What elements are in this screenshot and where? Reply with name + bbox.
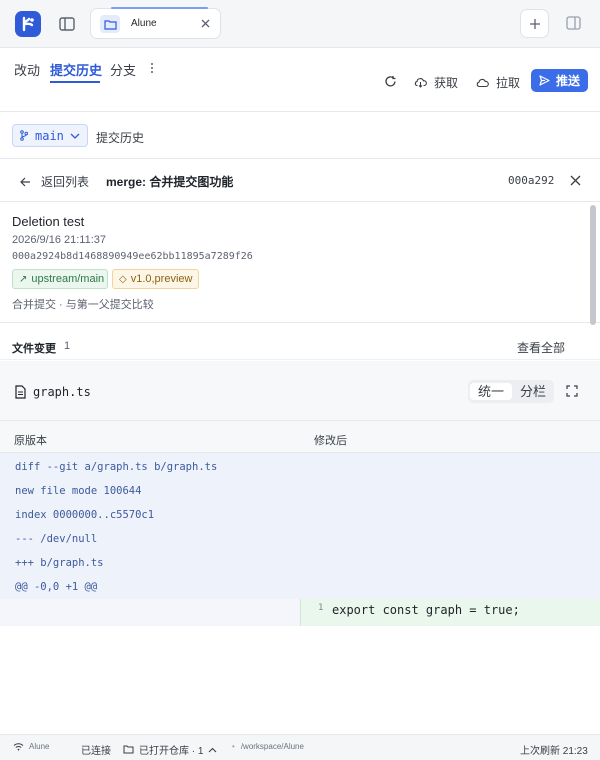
close-icon[interactable] <box>200 18 211 29</box>
diff-new-side: 1 export const graph = true; <box>300 599 600 626</box>
diff-column-header: 原版本 修改后 <box>0 421 600 453</box>
unified-mode-button[interactable]: 统一 <box>470 383 512 400</box>
diff-meta-line: @@ -0,0 +1 @@ <box>15 581 98 593</box>
chevron-down-icon <box>70 133 80 139</box>
split-mode-button[interactable]: 分栏 <box>513 383 553 400</box>
diff-meta-line: index 0000000..c5570c1 <box>15 509 155 521</box>
files-changed-count: 1 <box>64 340 71 352</box>
file-icon <box>14 385 26 399</box>
push-button[interactable]: 推送 <box>531 69 588 92</box>
app-logo-icon[interactable] <box>15 11 41 37</box>
dot-separator: • <box>232 742 235 751</box>
remote-ref-badge: ↗ upstream/main <box>12 269 108 289</box>
branch-bar: main 提交历史 <box>0 112 600 159</box>
panel-icon[interactable] <box>565 15 582 32</box>
pull-label: 拉取 <box>496 76 521 90</box>
file-name: graph.ts <box>33 385 91 399</box>
fetch-label: 获取 <box>434 76 459 90</box>
cloud-icon <box>476 78 489 87</box>
pull-button[interactable]: 拉取 <box>476 74 520 91</box>
original-column-label: 原版本 <box>14 435 47 447</box>
commit-short-hash: 000a292 <box>508 174 555 187</box>
folder-open-icon <box>123 745 134 754</box>
chevron-up-icon <box>209 747 217 752</box>
open-repos-label: 已打开仓库 · 1 <box>139 746 204 757</box>
last-refresh: 上次刷新 21:23 <box>520 746 588 757</box>
scrollbar[interactable] <box>590 205 596 325</box>
wifi-icon <box>13 743 24 751</box>
cloud-download-icon <box>414 78 427 88</box>
remote-ref-label: upstream/main <box>31 273 105 285</box>
commit-title: merge: 合并提交图功能 <box>106 175 234 189</box>
diff-old-side <box>0 599 300 626</box>
branch-selector[interactable]: main <box>12 124 88 147</box>
diff-meta-line: --- /dev/null <box>15 533 98 545</box>
folder-icon <box>100 15 120 33</box>
active-tab-indicator <box>50 81 100 83</box>
diff-meta-line: +++ b/graph.ts <box>15 557 104 569</box>
tab-changes[interactable]: 改动 <box>14 60 40 79</box>
new-tab-button[interactable] <box>520 9 549 38</box>
diff-mode-toggle: 统一 分栏 <box>468 380 554 403</box>
diff-meta-line: diff --git a/graph.ts b/graph.ts <box>15 461 218 473</box>
added-code-line: export const graph = true; <box>332 603 520 617</box>
view-all-link[interactable]: 查看全部 <box>517 339 565 356</box>
repo-tab[interactable]: Alune <box>90 7 221 39</box>
expand-icon[interactable] <box>566 385 578 397</box>
merge-note: 合并提交 · 与第一父提交比较 <box>12 299 154 311</box>
tag-ref-badge: ◇ v1.0,preview <box>112 269 199 289</box>
files-changed-header: 文件变更 1 查看全部 <box>0 324 600 360</box>
tab-branches[interactable]: 分支 <box>110 60 136 79</box>
branch-icon <box>20 130 28 141</box>
title-bar: Alune <box>0 0 600 48</box>
sidebar-toggle-icon[interactable] <box>58 15 76 33</box>
diff-meta-line: new file mode 100644 <box>15 485 142 497</box>
breadcrumb: 提交历史 <box>96 131 145 145</box>
back-label: 返回列表 <box>41 175 90 189</box>
workspace-path: • /workspace/Alune <box>232 742 304 751</box>
plus-icon <box>529 18 540 29</box>
commit-detail-header: 返回列表 merge: 合并提交图功能 000a292 <box>0 159 600 202</box>
connection-status: 已连接 <box>81 746 111 757</box>
workspace-path-label: /workspace/Alune <box>240 742 304 751</box>
status-bar: Alune 已连接 已打开仓库 · 1 • /workspace/Alune 上… <box>0 734 600 760</box>
tag-icon: ◇ <box>119 273 127 285</box>
diff-meta-block: diff --git a/graph.ts b/graph.ts new fil… <box>0 453 600 599</box>
fetch-button[interactable]: 获取 <box>414 74 458 91</box>
line-number: 1 <box>318 603 324 613</box>
tab-label: Alune <box>131 18 157 29</box>
push-label: 推送 <box>555 74 580 88</box>
status-app: Alune <box>13 742 49 751</box>
toolbar: 改动 提交历史 分支 获取 拉取 推送 <box>0 48 600 112</box>
files-changed-label: 文件变更 <box>12 343 56 355</box>
status-app-label: Alune <box>29 742 50 751</box>
send-icon <box>539 75 550 86</box>
file-header: graph.ts 统一 分栏 <box>0 361 600 421</box>
open-repos-button[interactable]: 已打开仓库 · 1 <box>123 742 222 757</box>
more-vertical-icon[interactable] <box>150 62 154 74</box>
refresh-icon[interactable] <box>384 75 397 88</box>
commit-hash[interactable]: 000a2924b8d1468890949ee62bb11895a7289f26 <box>12 251 253 262</box>
modified-column-label: 修改后 <box>314 435 347 447</box>
close-icon[interactable] <box>570 175 581 186</box>
back-to-list-button[interactable]: 返回列表 <box>20 173 89 190</box>
tag-ref-label: v1.0,preview <box>130 273 193 285</box>
commit-date: 2026/9/16 21:11:37 <box>12 234 106 246</box>
commit-message: Deletion test <box>12 214 85 229</box>
branch-name: main <box>35 128 64 143</box>
diff-added-row: 1 export const graph = true; <box>0 599 600 626</box>
arrow-left-icon <box>20 177 30 186</box>
tab-history[interactable]: 提交历史 <box>50 60 102 79</box>
commit-info: Deletion test 2026/9/16 21:11:37 000a292… <box>0 202 600 323</box>
arrow-up-right-icon: ↗ <box>19 273 28 285</box>
